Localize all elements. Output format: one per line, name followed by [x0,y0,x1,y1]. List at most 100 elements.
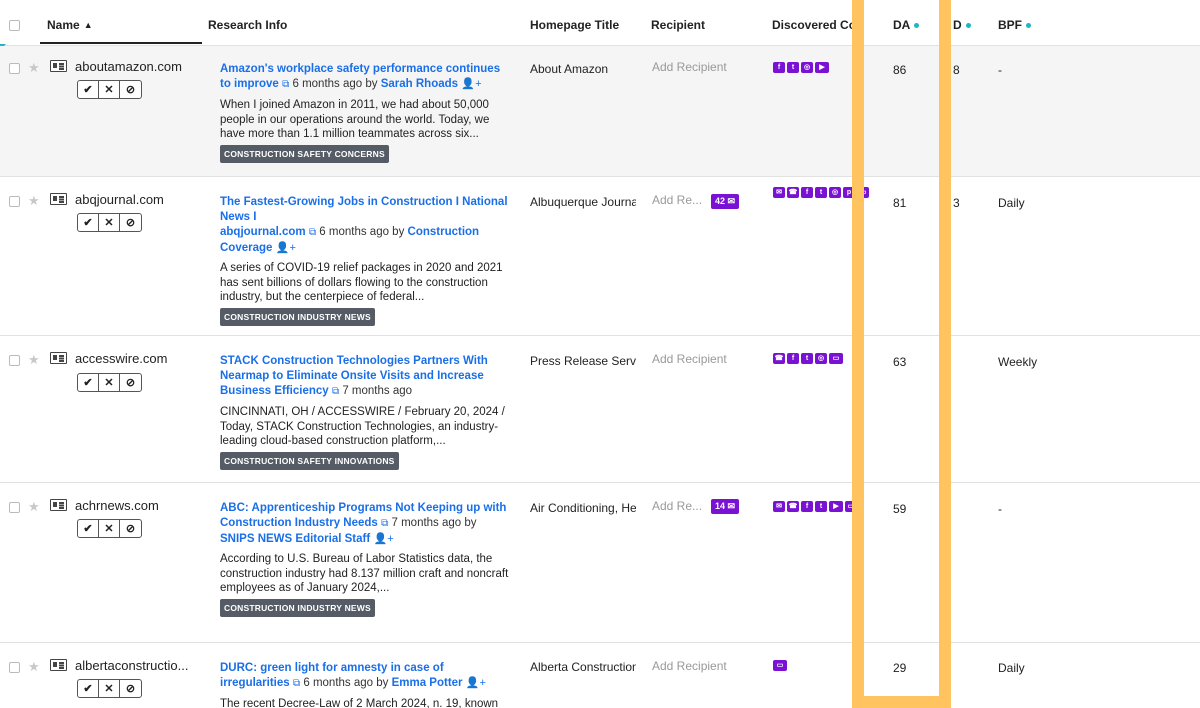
column-header-bpf[interactable]: BPF [998,18,1031,32]
column-header-d[interactable]: D [953,18,971,32]
table-row[interactable]: ★ accesswire.com ✔ ✕ ⊘ STACK Constructio… [0,336,1200,483]
reject-button[interactable]: ✕ [99,214,120,231]
add-user-icon[interactable]: 👤+ [461,78,481,90]
research-info: DURC: green light for amnesty in case of… [220,660,510,708]
browser-icon[interactable]: ▭ [845,501,857,512]
facebook-icon[interactable]: f [787,353,799,364]
facebook-icon[interactable]: f [801,501,813,512]
block-button[interactable]: ⊘ [120,680,141,697]
add-recipient-link[interactable]: Add Recipient [652,60,727,74]
instagram-icon[interactable]: ◎ [829,187,841,198]
table-row[interactable]: ★ aboutamazon.com ✔ ✕ ⊘ Amazon's workpla… [0,46,1200,177]
add-user-icon[interactable]: 👤+ [374,533,394,545]
topic-tag[interactable]: CONSTRUCTION SAFETY INNOVATIONS [220,451,399,470]
row-checkbox[interactable] [9,355,20,366]
topic-tag[interactable]: CONSTRUCTION SAFETY CONCERNS [220,144,389,163]
email-count-badge[interactable]: 14 ✉ [711,499,740,514]
approve-button[interactable]: ✔ [78,680,99,697]
topic-tag[interactable]: CONSTRUCTION INDUSTRY NEWS [220,598,375,617]
row-checkbox[interactable] [9,662,20,673]
article-source-link[interactable]: abqjournal.com [220,226,306,238]
bpf-value: Daily [998,196,1025,210]
da-value: 59 [893,502,907,516]
instagram-icon[interactable]: ◎ [801,62,813,73]
star-icon[interactable]: ★ [28,353,40,366]
metric-dot-icon [914,23,920,29]
block-button[interactable]: ⊘ [120,374,141,391]
author-link[interactable]: SNIPS NEWS Editorial Staff [220,533,370,545]
reject-button[interactable]: ✕ [99,81,120,98]
table-header: Name ▲ Research Info Homepage Title Recip… [0,0,1200,46]
add-recipient-link[interactable]: Add Recipient [652,659,727,673]
row-checkbox[interactable] [9,63,20,74]
email-icon[interactable]: ✉ [773,501,785,512]
phone-icon[interactable]: ☎ [787,501,799,512]
browser-icon[interactable]: ▭ [829,353,843,364]
add-recipient-link[interactable]: Add Re... [652,499,702,513]
author-link[interactable]: Emma Potter [392,677,463,689]
facebook-icon[interactable]: f [801,187,813,198]
phone-icon[interactable]: ☎ [773,353,785,364]
domain-name[interactable]: accesswire.com [75,351,195,366]
approve-button[interactable]: ✔ [78,374,99,391]
row-checkbox[interactable] [9,196,20,207]
article-title-link[interactable]: The Fastest-Growing Jobs in Construction… [220,196,508,223]
star-icon[interactable]: ★ [28,194,40,207]
browser-icon[interactable]: ▭ [857,187,869,198]
block-button[interactable]: ⊘ [120,520,141,537]
approve-button[interactable]: ✔ [78,520,99,537]
column-header-recipient[interactable]: Recipient [651,18,705,32]
youtube-icon[interactable]: ▶ [829,501,843,512]
reject-button[interactable]: ✕ [99,374,120,391]
topic-tag[interactable]: CONSTRUCTION INDUSTRY NEWS [220,307,375,326]
column-header-research-info[interactable]: Research Info [208,18,287,32]
discovered-contacts: ✉ ☎ f t ◎ p ▭ [773,187,869,198]
add-user-icon[interactable]: 👤+ [466,677,486,689]
homepage-title: Air Conditioning, Hea [530,501,636,515]
block-button[interactable]: ⊘ [120,214,141,231]
domain-name[interactable]: abqjournal.com [75,192,195,207]
envelope-icon: ✉ [727,196,736,206]
email-icon[interactable]: ✉ [773,187,785,198]
reject-button[interactable]: ✕ [99,680,120,697]
newspaper-icon [50,659,67,671]
domain-name[interactable]: achrnews.com [75,498,195,513]
approve-button[interactable]: ✔ [78,214,99,231]
table-row[interactable]: ★ albertaconstructio... ✔ ✕ ⊘ DURC: gree… [0,643,1200,708]
article-snippet: CINCINNATI, OH / ACCESSWIRE / February 2… [220,406,505,447]
column-header-da[interactable]: DA [893,18,920,32]
phone-icon[interactable]: ☎ [787,187,799,198]
star-icon[interactable]: ★ [28,61,40,74]
column-header-homepage-title[interactable]: Homepage Title [530,18,619,32]
row-checkbox[interactable] [9,502,20,513]
table-row[interactable]: ★ abqjournal.com ✔ ✕ ⊘ The Fastest-Growi… [0,177,1200,336]
email-count: 14 [715,501,726,511]
table-row[interactable]: ★ achrnews.com ✔ ✕ ⊘ ABC: Apprenticeship… [0,483,1200,643]
browser-icon[interactable]: ▭ [773,660,787,671]
twitter-icon[interactable]: t [815,501,827,512]
pinterest-icon[interactable]: p [843,187,855,198]
email-count-badge[interactable]: 42 ✉ [711,194,740,209]
research-info: ABC: Apprenticeship Programs Not Keeping… [220,500,510,617]
block-button[interactable]: ⊘ [120,81,141,98]
facebook-icon[interactable]: f [773,62,785,73]
domain-name[interactable]: aboutamazon.com [75,59,195,74]
add-recipient-link[interactable]: Add Re... [652,193,702,207]
domain-name[interactable]: albertaconstructio... [75,658,195,673]
column-header-name[interactable]: Name ▲ [47,18,93,32]
column-header-discovered-contacts[interactable]: Discovered Co... [772,18,862,32]
add-user-icon[interactable]: 👤+ [276,242,296,254]
star-icon[interactable]: ★ [28,660,40,673]
youtube-icon[interactable]: ▶ [815,62,829,73]
twitter-icon[interactable]: t [815,187,827,198]
author-link[interactable]: Sarah Rhoads [381,78,458,90]
instagram-icon[interactable]: ◎ [815,353,827,364]
twitter-icon[interactable]: t [801,353,813,364]
add-recipient-link[interactable]: Add Recipient [652,352,727,366]
da-value: 63 [893,355,907,369]
select-all-checkbox[interactable] [9,20,20,31]
approve-button[interactable]: ✔ [78,81,99,98]
reject-button[interactable]: ✕ [99,520,120,537]
twitter-icon[interactable]: t [787,62,799,73]
star-icon[interactable]: ★ [28,500,40,513]
